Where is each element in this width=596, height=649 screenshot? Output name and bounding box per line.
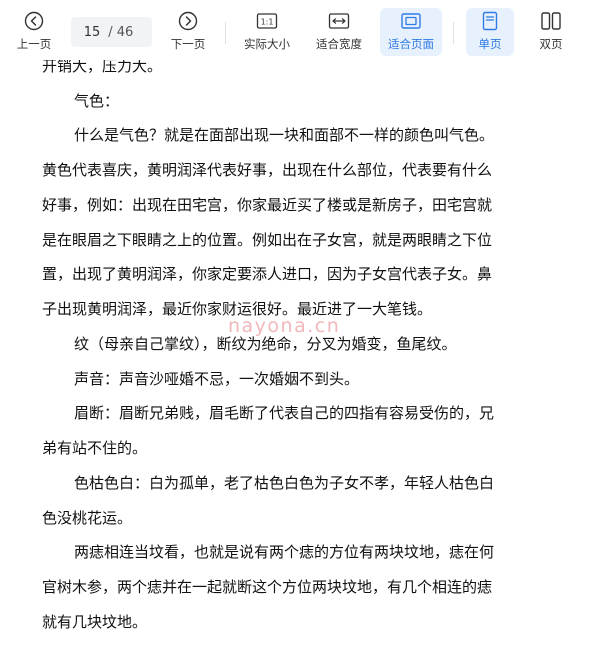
text-line: 置，出现了黄明润泽，你家定要添人进口，因为子女宫代表子女。鼻 bbox=[42, 265, 493, 283]
text-line: 就有几块坟地。 bbox=[42, 613, 148, 631]
toolbar-divider bbox=[225, 22, 226, 44]
text-line: 好事，例如：出现在田宅宫，你家最近买了楼或是新房子，田宅宫就 bbox=[42, 196, 493, 214]
single-page-icon bbox=[479, 10, 501, 32]
document-page: 开销大，压力大。 气色： 什么是气色？就是在面部出现一块和面部不一样的颜色叫气色… bbox=[0, 60, 596, 649]
text-line: 色枯色白：白为孤单，老了枯色白色为子女不孝，年轻人枯色白 bbox=[74, 474, 495, 492]
text-line: 两痣相连当坟看，也就是说有两个痣的方位有两块坟地，痣在何 bbox=[74, 543, 495, 561]
watermark: nayona.cn bbox=[228, 315, 341, 337]
text-line: 色没桃花运。 bbox=[42, 509, 133, 527]
text-line: 眉断：眉断兄弟贱，眉毛断了代表自己的四指有容易受伤的，兄 bbox=[74, 404, 495, 422]
page-number-box[interactable]: 15 / 46 bbox=[71, 17, 152, 47]
fit-width-button[interactable]: 适合宽度 bbox=[312, 8, 366, 56]
double-page-button[interactable]: 双页 bbox=[527, 8, 575, 56]
chevron-right-circle-icon bbox=[177, 10, 199, 32]
fit-page-button[interactable]: 适合页面 bbox=[380, 8, 442, 56]
fit-page-label: 适合页面 bbox=[388, 37, 434, 51]
actual-size-button[interactable]: 1:1 实际大小 bbox=[240, 8, 294, 56]
single-page-button[interactable]: 单页 bbox=[466, 8, 514, 56]
fit-width-label: 适合宽度 bbox=[316, 37, 362, 51]
toolbar: 上一页 15 / 46 下一页 1:1 实际大小 适合宽度 适合页面 单页 双页 bbox=[0, 0, 596, 60]
current-page-input[interactable]: 15 bbox=[84, 25, 101, 40]
prev-page-button[interactable]: 上一页 bbox=[12, 8, 56, 56]
text-line: 声音：声音沙哑婚不忌，一次婚姻不到头。 bbox=[74, 370, 360, 388]
double-page-label: 双页 bbox=[539, 37, 563, 51]
chevron-left-circle-icon bbox=[23, 10, 45, 32]
text-line: 什么是气色？就是在面部出现一块和面部不一样的颜色叫气色。 bbox=[74, 126, 495, 144]
text-line: 黄色代表喜庆，黄明润泽代表好事，出现在什么部位，代表要有什么 bbox=[42, 161, 493, 179]
actual-size-glyph: 1:1 bbox=[261, 18, 274, 27]
next-page-button[interactable]: 下一页 bbox=[166, 8, 210, 56]
actual-size-label: 实际大小 bbox=[244, 37, 290, 51]
toolbar-divider bbox=[453, 22, 454, 44]
text-line: 弟有站不住的。 bbox=[42, 439, 148, 457]
text-line: 开销大，压力大。 bbox=[42, 60, 163, 75]
total-pages: / 46 bbox=[108, 24, 134, 40]
double-page-icon bbox=[540, 10, 562, 32]
next-page-label: 下一页 bbox=[170, 37, 206, 51]
actual-size-icon: 1:1 bbox=[256, 10, 278, 32]
fit-page-icon bbox=[400, 10, 422, 32]
text-line: 气色： bbox=[74, 92, 120, 110]
fit-width-icon bbox=[328, 10, 350, 32]
single-page-label: 单页 bbox=[478, 37, 502, 51]
prev-page-label: 上一页 bbox=[16, 37, 52, 51]
text-line: 是在眼眉之下眼睛之上的位置。例如出在子女宫，就是两眼睛之下位 bbox=[42, 231, 493, 249]
text-line: 官树木参，两个痣并在一起就断这个方位两块坟地，有几个相连的痣 bbox=[42, 578, 493, 596]
